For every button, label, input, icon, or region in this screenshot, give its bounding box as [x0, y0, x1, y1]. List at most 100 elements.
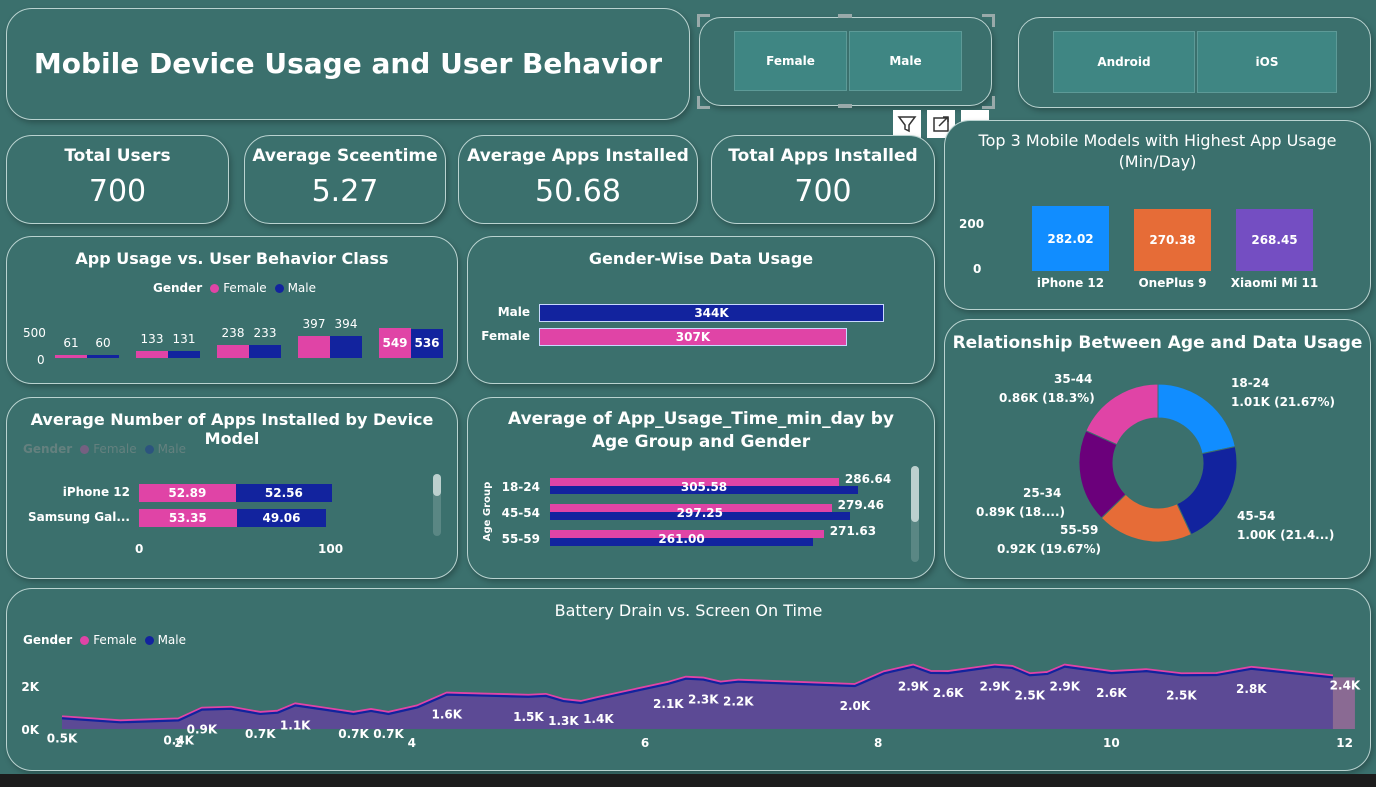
x-tick: 12	[1336, 736, 1353, 750]
bar-female: 53.35	[139, 509, 237, 527]
data-label: 233	[253, 326, 277, 341]
slice-name-18-24: 18-24	[1231, 376, 1270, 390]
bar-area: Male 344K Female 307K	[468, 237, 934, 383]
data-label: 394	[334, 317, 358, 332]
bar-male	[249, 345, 281, 358]
x-tick: iPhone 12	[1036, 276, 1105, 290]
kpi-total-apps-installed: Total Apps Installed 700	[711, 135, 935, 224]
selection-handle-top[interactable]	[838, 14, 852, 18]
category-label: Male	[497, 305, 530, 319]
slice-name-35-44: 35-44	[1054, 372, 1093, 386]
kpi-value: 700	[88, 174, 147, 209]
slicer-male-button[interactable]: Male	[849, 31, 962, 91]
selection-handle-br[interactable]	[982, 96, 995, 109]
data-label: 1.6K	[431, 708, 462, 722]
data-label: 2.4K	[1330, 678, 1361, 692]
bar-female	[136, 350, 168, 358]
bar-male	[330, 336, 362, 358]
scrollbar[interactable]	[911, 466, 919, 562]
bar-area: iPhone 12 52.89 52.56 Samsung Gal... 53.35 49…	[7, 398, 457, 578]
x-tick: 10	[1103, 736, 1120, 750]
bar-male	[87, 354, 119, 358]
kpi-label: Average Sceentime	[252, 146, 438, 166]
y-tick: 0K	[21, 723, 39, 737]
gender-slicer: Female Male	[699, 17, 992, 106]
bar-area: 282.02 iPhone 12 270.38 OnePlus 9 268.45 Xiao…	[945, 121, 1370, 309]
category-label: 45-54	[501, 506, 540, 520]
y-tick: 2K	[21, 680, 39, 694]
scrollbar-thumb[interactable]	[911, 466, 919, 522]
slicer-ios-button[interactable]: iOS	[1197, 31, 1337, 93]
x-tick: Xiaomi Mi 11	[1230, 276, 1319, 290]
scrollbar[interactable]	[433, 474, 441, 536]
data-label: 0.7K	[373, 727, 404, 741]
kpi-value: 700	[794, 174, 852, 209]
x-tick: 8	[874, 736, 882, 750]
bar-female: 52.89	[139, 484, 236, 502]
kpi-total-users: Total Users 700	[6, 135, 229, 224]
data-label: 133	[140, 331, 164, 346]
data-label: 2.8K	[1236, 682, 1267, 696]
scrollbar-thumb[interactable]	[433, 474, 441, 496]
data-label: 2.5K	[1166, 688, 1197, 702]
slice-name-55-59: 55-59	[1060, 523, 1099, 537]
age-usage-chart[interactable]: Average of App_Usage_Time_min_day by Age…	[467, 397, 935, 579]
battery-drain-chart[interactable]: Battery Drain vs. Screen On Time Gender …	[6, 588, 1371, 771]
data-label: 2.0K	[840, 699, 871, 713]
kpi-value: 50.68	[535, 174, 621, 209]
category-label: 18-24	[501, 480, 540, 494]
kpi-average-screentime: Average Sceentime 5.27	[244, 135, 446, 224]
apps-by-model-chart[interactable]: Average Number of Apps Installed by Devi…	[6, 397, 458, 579]
bar-female: 549	[379, 328, 411, 358]
os-slicer: Android iOS	[1018, 17, 1371, 108]
data-label: 238	[221, 325, 245, 340]
bar-male	[168, 350, 200, 358]
donut-slice-45-54[interactable]	[1176, 445, 1238, 536]
selection-handle-bl[interactable]	[697, 96, 710, 109]
top-models-chart[interactable]: Top 3 Mobile Models with Highest App Usa…	[944, 120, 1371, 310]
age-donut-chart[interactable]: Relationship Between Age and Data Usage …	[944, 319, 1371, 579]
selection-handle-bottom[interactable]	[838, 104, 852, 108]
gender-data-usage-chart[interactable]: Gender-Wise Data Usage Male 344K Female 307…	[467, 236, 935, 384]
data-label: 1.3K	[548, 714, 579, 728]
x-tick: 0	[135, 542, 144, 556]
x-tick: 100	[318, 542, 344, 556]
data-label: 2.6K	[1096, 686, 1127, 700]
category-label: iPhone 12	[62, 485, 130, 499]
battery-svg: 2K0K2 4 6 8 10 120.5K 0.4K0.9K 0.7K1.1K0.7K 0.7K…	[21, 663, 1361, 750]
data-label: 271.63	[829, 524, 877, 538]
data-label: 131	[172, 331, 196, 346]
data-label: 305.58	[680, 480, 728, 494]
data-label: 297.25	[676, 506, 723, 520]
app-usage-class-chart[interactable]: App Usage vs. User Behavior Class Gender…	[6, 236, 458, 384]
data-label: 2.9K	[1049, 680, 1080, 694]
bar-area: 61 60 133 131 238 233 397 394 549 536	[7, 237, 457, 383]
data-label: 2.5K	[1014, 688, 1045, 702]
donut-slice-35-44[interactable]	[1085, 383, 1159, 446]
data-label: 261.00	[658, 532, 705, 546]
slicer-android-button[interactable]: Android	[1053, 31, 1195, 93]
donut-slice-18-24[interactable]	[1157, 383, 1236, 455]
category-label: Samsung Gal...	[28, 510, 130, 524]
data-label: 0.7K	[338, 727, 369, 741]
filter-icon[interactable]	[893, 110, 921, 138]
data-label: 60	[95, 335, 111, 350]
bar-male: 49.06	[236, 509, 327, 527]
selection-handle-tr[interactable]	[982, 14, 995, 27]
bar-female	[298, 336, 330, 358]
category-label: Female	[481, 329, 530, 343]
slicer-female-button[interactable]: Female	[734, 31, 847, 91]
slice-label-45-54: 1.00K (21.4...)	[1237, 528, 1335, 542]
bar-male: 536	[411, 328, 443, 358]
selection-handle-tl[interactable]	[697, 14, 710, 27]
bar-area: 18-24 286.64 305.58 45-54 279.46 297.25 55-59 2…	[468, 398, 934, 578]
bottom-bar	[0, 774, 1376, 787]
data-label: 2.1K	[653, 697, 684, 711]
x-tick: OnePlus 9	[1138, 276, 1207, 290]
kpi-label: Average Apps Installed	[467, 146, 689, 166]
data-label: 0.7K	[245, 727, 276, 741]
bar-male: 344K	[539, 304, 884, 322]
data-label: 1.4K	[583, 712, 614, 726]
title-card: Mobile Device Usage and User Behavior	[6, 8, 690, 120]
kpi-label: Total Users	[64, 146, 171, 166]
